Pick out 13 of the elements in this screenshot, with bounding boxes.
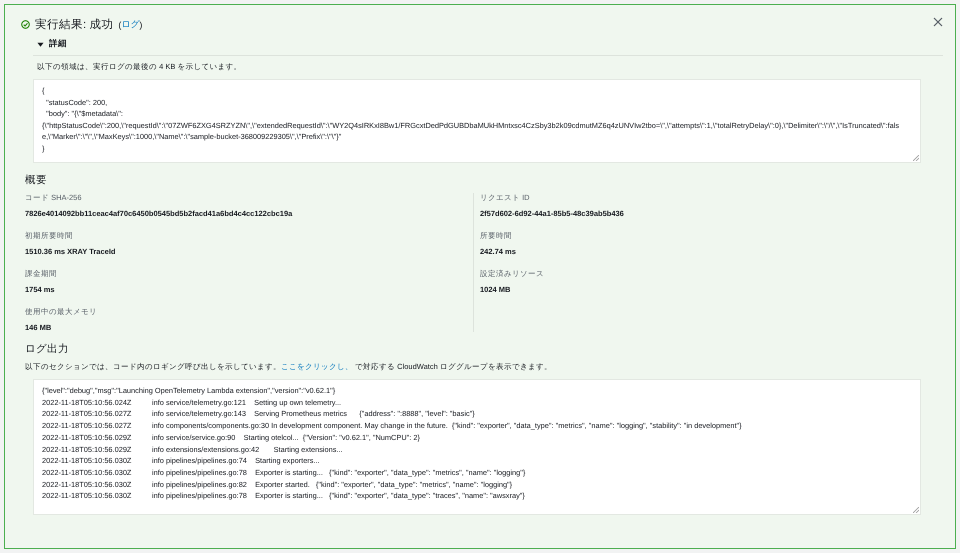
- log-heading: ログ出力: [25, 342, 70, 356]
- summary-heading: 概要: [25, 173, 48, 187]
- paren-text: (: [118, 20, 122, 30]
- close-button[interactable]: [931, 15, 945, 29]
- paren-text: ): [139, 20, 142, 30]
- result-title: 実行結果: 成功: [35, 17, 114, 32]
- caret-icon: [37, 40, 44, 48]
- check-circle-icon: [21, 20, 30, 29]
- log-textarea[interactable]: [33, 379, 921, 515]
- resize-grip-icon[interactable]: [913, 155, 919, 161]
- log-link[interactable]: ログ: [121, 18, 140, 31]
- details-toggle[interactable]: 詳細: [33, 32, 943, 56]
- resize-grip-icon[interactable]: [913, 507, 919, 513]
